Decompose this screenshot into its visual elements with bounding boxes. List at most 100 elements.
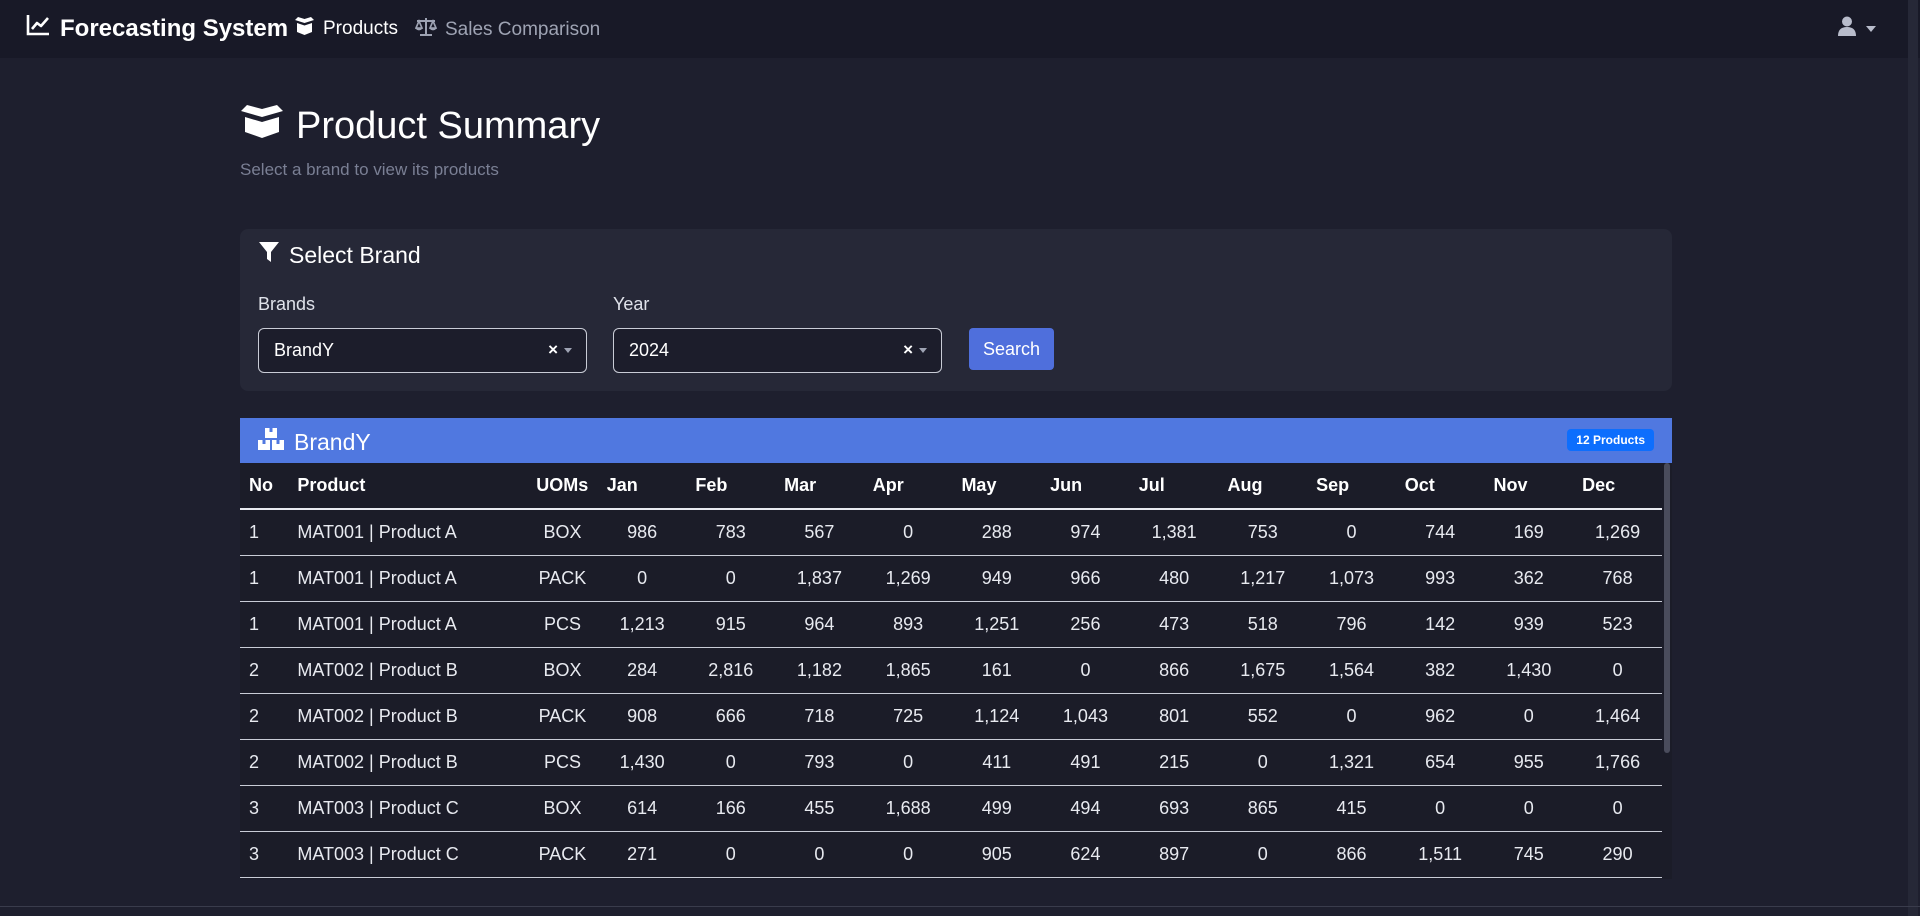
table-cell: 1,043 — [1041, 693, 1130, 740]
table-cell: 1,865 — [863, 647, 953, 694]
user-icon — [1838, 16, 1856, 41]
year-select[interactable]: 2024 × — [613, 328, 942, 373]
table-cell: 1 — [240, 509, 289, 556]
table-cell: MAT002 | Product B — [288, 739, 528, 786]
table-cell: MAT001 | Product A — [288, 601, 528, 648]
brand-filter-card: Select Brand Brands BrandY × Year 2024 ×… — [240, 229, 1672, 391]
nav-link-sales-comparison[interactable]: Sales Comparison — [414, 17, 601, 43]
table-cell: 0 — [1041, 647, 1130, 694]
brands-label: Brands — [258, 294, 316, 314]
table-cell: 142 — [1395, 601, 1485, 648]
table-cell: PCS — [527, 739, 598, 786]
table-cell: 473 — [1129, 601, 1219, 648]
year-select-value: 2024 — [629, 340, 670, 360]
table-cell: 745 — [1484, 831, 1574, 878]
table-cell: 693 — [1129, 785, 1219, 832]
table-cell: 0 — [863, 831, 953, 878]
table-cell: 0 — [597, 555, 687, 602]
brands-clear-icon[interactable]: × — [548, 340, 558, 360]
page-title: Product Summary — [240, 104, 600, 148]
table-cell: 567 — [775, 509, 864, 556]
table-cell: BOX — [527, 785, 598, 832]
table-scrollbar[interactable] — [1664, 463, 1670, 753]
table-cell: 0 — [686, 831, 776, 878]
table-cell: 2 — [240, 647, 289, 694]
table-row: 1 MAT001 | Product A PACK 0 0 1,837 1,269 949 96… — [240, 555, 1662, 602]
table-cell: 866 — [1129, 647, 1219, 694]
table-cell: 455 — [775, 785, 864, 832]
column-header-mar: Mar — [775, 463, 864, 510]
table-cell: 654 — [1395, 739, 1485, 786]
filter-card-title-text: Select Brand — [289, 241, 421, 268]
brands-select[interactable]: BrandY × — [258, 328, 587, 373]
table-cell: 966 — [1041, 555, 1130, 602]
table-cell: 271 — [597, 831, 687, 878]
user-menu-dropdown[interactable] — [1838, 16, 1876, 41]
table-cell: PCS — [527, 601, 598, 648]
table-cell: 0 — [686, 555, 776, 602]
table-cell: 993 — [1395, 555, 1485, 602]
app-brand[interactable]: Forecasting System — [26, 14, 288, 43]
table-cell: 1,217 — [1218, 555, 1308, 602]
table-cell: 1,321 — [1307, 739, 1396, 786]
filter-icon — [258, 241, 280, 269]
box-open-icon — [294, 17, 315, 41]
table-cell: MAT002 | Product B — [288, 693, 528, 740]
table-cell: 1,688 — [863, 785, 953, 832]
table-cell: 415 — [1307, 785, 1396, 832]
footer-divider — [0, 906, 1920, 907]
table-cell: 0 — [863, 739, 953, 786]
table-cell: BOX — [527, 509, 598, 556]
table-cell: 1,564 — [1307, 647, 1396, 694]
app-brand-label: Forecasting System — [60, 14, 289, 42]
page-subtitle: Select a brand to view its products — [240, 160, 499, 179]
brands-caret-icon[interactable] — [564, 348, 572, 353]
table-cell: 1,124 — [952, 693, 1042, 740]
table-row: 1 MAT001 | Product A PCS 1,213 915 964 893 1,25… — [240, 601, 1662, 648]
column-header-jan: Jan — [597, 463, 687, 510]
table-cell: 0 — [863, 509, 953, 556]
table-cell: 908 — [597, 693, 687, 740]
table-cell: 3 — [240, 785, 289, 832]
table-cell: 725 — [863, 693, 953, 740]
column-header-aug: Aug — [1218, 463, 1308, 510]
product-table-container[interactable]: No Product UOMs Jan Feb Mar Apr May Jun Jul Aug Sep… — [240, 463, 1672, 879]
year-caret-icon[interactable] — [919, 348, 927, 353]
brands-select-value: BrandY — [274, 340, 335, 360]
table-cell: PACK — [527, 831, 598, 878]
table-cell: 1,269 — [1573, 509, 1662, 556]
year-clear-icon[interactable]: × — [903, 340, 913, 360]
page-scrollbar[interactable] — [1908, 0, 1918, 916]
table-cell: 3 — [240, 831, 289, 878]
table-row: 3 MAT003 | Product C PACK 271 0 0 0 905 624 897 0 8… — [240, 831, 1662, 878]
table-cell: 1,511 — [1395, 831, 1485, 878]
column-header-jun: Jun — [1041, 463, 1130, 510]
table-cell: MAT002 | Product B — [288, 647, 528, 694]
table-cell: 0 — [1484, 785, 1574, 832]
search-button[interactable]: Search — [969, 328, 1054, 370]
column-header-apr: Apr — [863, 463, 953, 510]
nav-link-sales-comparison-label: Sales Comparison — [445, 19, 601, 40]
table-cell: 893 — [863, 601, 953, 648]
table-cell: 1,213 — [597, 601, 687, 648]
table-cell: 0 — [1573, 647, 1662, 694]
table-cell: 915 — [686, 601, 776, 648]
nav-link-products-label: Products — [323, 18, 398, 39]
table-cell: 744 — [1395, 509, 1485, 556]
nav-link-products[interactable]: Products — [294, 17, 398, 41]
table-cell: 1,073 — [1307, 555, 1396, 602]
table-cell: 793 — [775, 739, 864, 786]
balance-scale-icon — [414, 17, 438, 43]
table-cell: 1,182 — [775, 647, 864, 694]
table-cell: MAT001 | Product A — [288, 555, 528, 602]
page-title-text: Product Summary — [296, 104, 601, 147]
table-cell: 494 — [1041, 785, 1130, 832]
column-header-product: Product — [288, 463, 528, 510]
filter-card-title: Select Brand — [258, 241, 421, 269]
table-cell: 518 — [1218, 601, 1308, 648]
table-cell: 768 — [1573, 555, 1662, 602]
table-cell: 215 — [1129, 739, 1219, 786]
table-cell: 964 — [775, 601, 864, 648]
table-cell: 0 — [1307, 509, 1396, 556]
table-cell: 1,430 — [597, 739, 687, 786]
